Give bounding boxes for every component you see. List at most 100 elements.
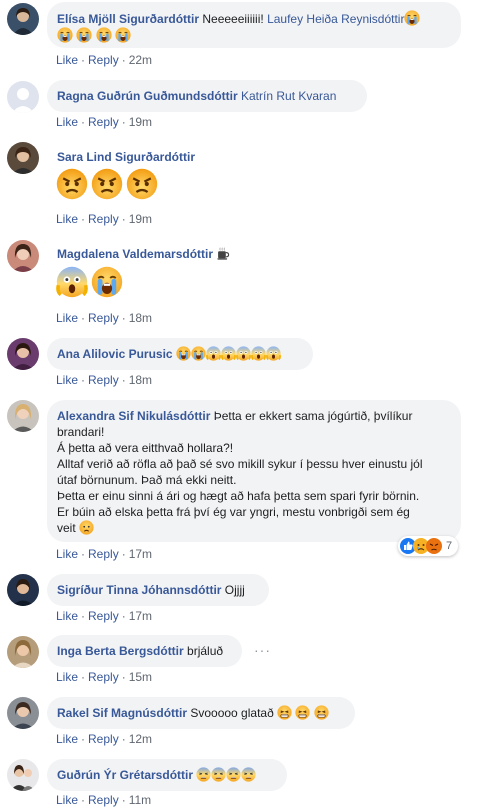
comment-text-line: Þetta er einu sinni á ári og hægt að haf… <box>57 489 420 503</box>
screaming-emoji-icon <box>251 346 266 361</box>
weary-emoji-icon <box>211 767 226 782</box>
comment-text: brjáluð <box>183 644 224 658</box>
like-link[interactable]: Like <box>56 670 78 684</box>
comment-text: Ojjjj <box>221 583 245 597</box>
timestamp[interactable]: 12m <box>129 732 152 746</box>
reply-link[interactable]: Reply <box>88 609 119 623</box>
crying-emoji-icon <box>76 27 92 43</box>
avatar[interactable] <box>7 697 39 729</box>
crying-emoji-icon <box>115 27 131 43</box>
reply-link[interactable]: Reply <box>88 53 119 67</box>
like-link[interactable]: Like <box>56 115 78 129</box>
commenter-name[interactable]: Inga Berta Bergsdóttir <box>57 644 184 658</box>
like-link[interactable]: Like <box>56 732 78 746</box>
reply-link[interactable]: Reply <box>88 311 119 325</box>
comment-actions: Like · Reply · 22m <box>56 53 153 67</box>
comment-text-line: Alltaf verið að röfla að það sé svo miki… <box>57 457 423 471</box>
reply-link[interactable]: Reply <box>88 732 119 746</box>
comment-actions: Like · Reply · 18m <box>56 311 153 325</box>
commenter-name[interactable]: Sara Lind Sigurðardóttir <box>57 150 195 164</box>
comment-text-line: Þetta er ekkert sama jógúrtið, þvílíkur <box>210 409 413 423</box>
crying-emoji-icon <box>96 27 112 43</box>
timestamp[interactable]: 15m <box>129 670 152 684</box>
comment-bubble: Ragna Guðrún Guðmundsdóttir Katrín Rut K… <box>47 80 367 112</box>
comment-actions: Like · Reply · 18m <box>56 373 153 387</box>
avatar[interactable] <box>7 636 39 668</box>
timestamp[interactable]: 17m <box>129 547 152 561</box>
comment-actions: Like · Reply · 15m <box>56 670 153 684</box>
angry-emoji-icon <box>56 168 88 200</box>
commenter-name[interactable]: Guðrún Ýr Grétarsdóttir <box>57 768 193 782</box>
reply-link[interactable]: Reply <box>88 212 119 226</box>
crying-emoji-icon <box>176 346 191 361</box>
like-link[interactable]: Like <box>56 212 78 226</box>
weary-emoji-icon <box>241 767 256 782</box>
weary-emoji-icon <box>196 767 211 782</box>
timestamp[interactable]: 18m <box>129 311 152 325</box>
timestamp[interactable]: 11m <box>129 793 151 807</box>
weary-emoji-icon <box>226 767 241 782</box>
reply-link[interactable]: Reply <box>88 373 119 387</box>
avatar[interactable] <box>7 759 39 791</box>
comment-bubble: Elísa Mjöll Sigurðardóttir Neeeeeiiiiii!… <box>47 2 461 48</box>
reply-link[interactable]: Reply <box>88 670 119 684</box>
comment-text-line: útaf börnunum. Það má ekki neitt. <box>57 473 237 487</box>
timestamp[interactable]: 22m <box>129 53 152 67</box>
like-link[interactable]: Like <box>56 547 78 561</box>
comment-actions: Like · Reply · 19m <box>56 212 153 226</box>
reaction-count: 7 <box>446 540 453 552</box>
comment-actions: Like · Reply · 11m <box>56 793 152 807</box>
comment-text: Svooooo glatað <box>187 706 278 720</box>
coffee-icon <box>216 247 230 261</box>
reply-link[interactable]: Reply <box>88 547 119 561</box>
comment-text-line: veit <box>57 521 80 535</box>
like-link[interactable]: Like <box>56 793 78 807</box>
comment-bubble: Inga Berta Bergsdóttir brjáluð <box>47 635 242 667</box>
reply-link[interactable]: Reply <box>88 793 119 807</box>
comment-actions: Like · Reply · 17m <box>56 609 153 623</box>
avatar[interactable] <box>7 400 39 432</box>
comment-actions: Like · Reply · 19m <box>56 115 153 129</box>
avatar[interactable] <box>7 338 39 370</box>
fearful-emoji-icon <box>79 520 94 535</box>
timestamp[interactable]: 18m <box>129 373 152 387</box>
avatar[interactable] <box>7 142 39 174</box>
comment-bubble: Ana Alilovic Purusic <box>47 338 313 370</box>
comment-text-line: brandari! <box>57 425 105 439</box>
comment-bubble: Rakel Sif Magnúsdóttir Svooooo glatað <box>47 697 355 729</box>
commenter-name[interactable]: Alexandra Sif Nikulásdóttir <box>57 409 210 423</box>
commenter-name[interactable]: Elísa Mjöll Sigurðardóttir <box>57 12 199 26</box>
emoji-row <box>56 168 161 200</box>
crying-emoji-icon <box>404 10 420 26</box>
timestamp[interactable]: 19m <box>129 115 152 129</box>
comment-text: Neeeeeiiiiii! <box>202 12 268 26</box>
avatar[interactable] <box>7 81 39 113</box>
tagged-user[interactable]: Laufey Heiða Reynisdóttir <box>267 12 404 26</box>
angry-reaction-icon <box>426 538 442 554</box>
like-link[interactable]: Like <box>56 373 78 387</box>
reply-link[interactable]: Reply <box>88 115 119 129</box>
grimacing-emoji-icon <box>295 705 310 720</box>
more-options-button[interactable]: ··· <box>254 642 271 658</box>
tagged-user[interactable]: Katrín Rut Kvaran <box>241 89 336 103</box>
screaming-emoji-icon <box>56 266 88 298</box>
commenter-name[interactable]: Sigríður Tinna Jóhannsdóttir <box>57 583 221 597</box>
like-link[interactable]: Like <box>56 609 78 623</box>
commenter-name[interactable]: Ana Alilovic Purusic <box>57 347 173 361</box>
timestamp[interactable]: 17m <box>129 609 152 623</box>
commenter-name[interactable]: Magdalena Valdemarsdóttir <box>57 247 213 261</box>
avatar[interactable] <box>7 3 39 35</box>
avatar[interactable] <box>7 240 39 272</box>
grimacing-emoji-icon <box>314 705 329 720</box>
like-link[interactable]: Like <box>56 311 78 325</box>
angry-emoji-icon <box>91 168 123 200</box>
crying-emoji-icon <box>191 346 206 361</box>
like-link[interactable]: Like <box>56 53 78 67</box>
commenter-name[interactable]: Ragna Guðrún Guðmundsdóttir <box>57 89 238 103</box>
timestamp[interactable]: 19m <box>129 212 152 226</box>
avatar[interactable] <box>7 574 39 606</box>
grimacing-emoji-icon <box>277 705 292 720</box>
screaming-emoji-icon <box>221 346 236 361</box>
commenter-name[interactable]: Rakel Sif Magnúsdóttir <box>57 706 187 720</box>
reaction-summary[interactable]: 7 <box>398 536 459 556</box>
